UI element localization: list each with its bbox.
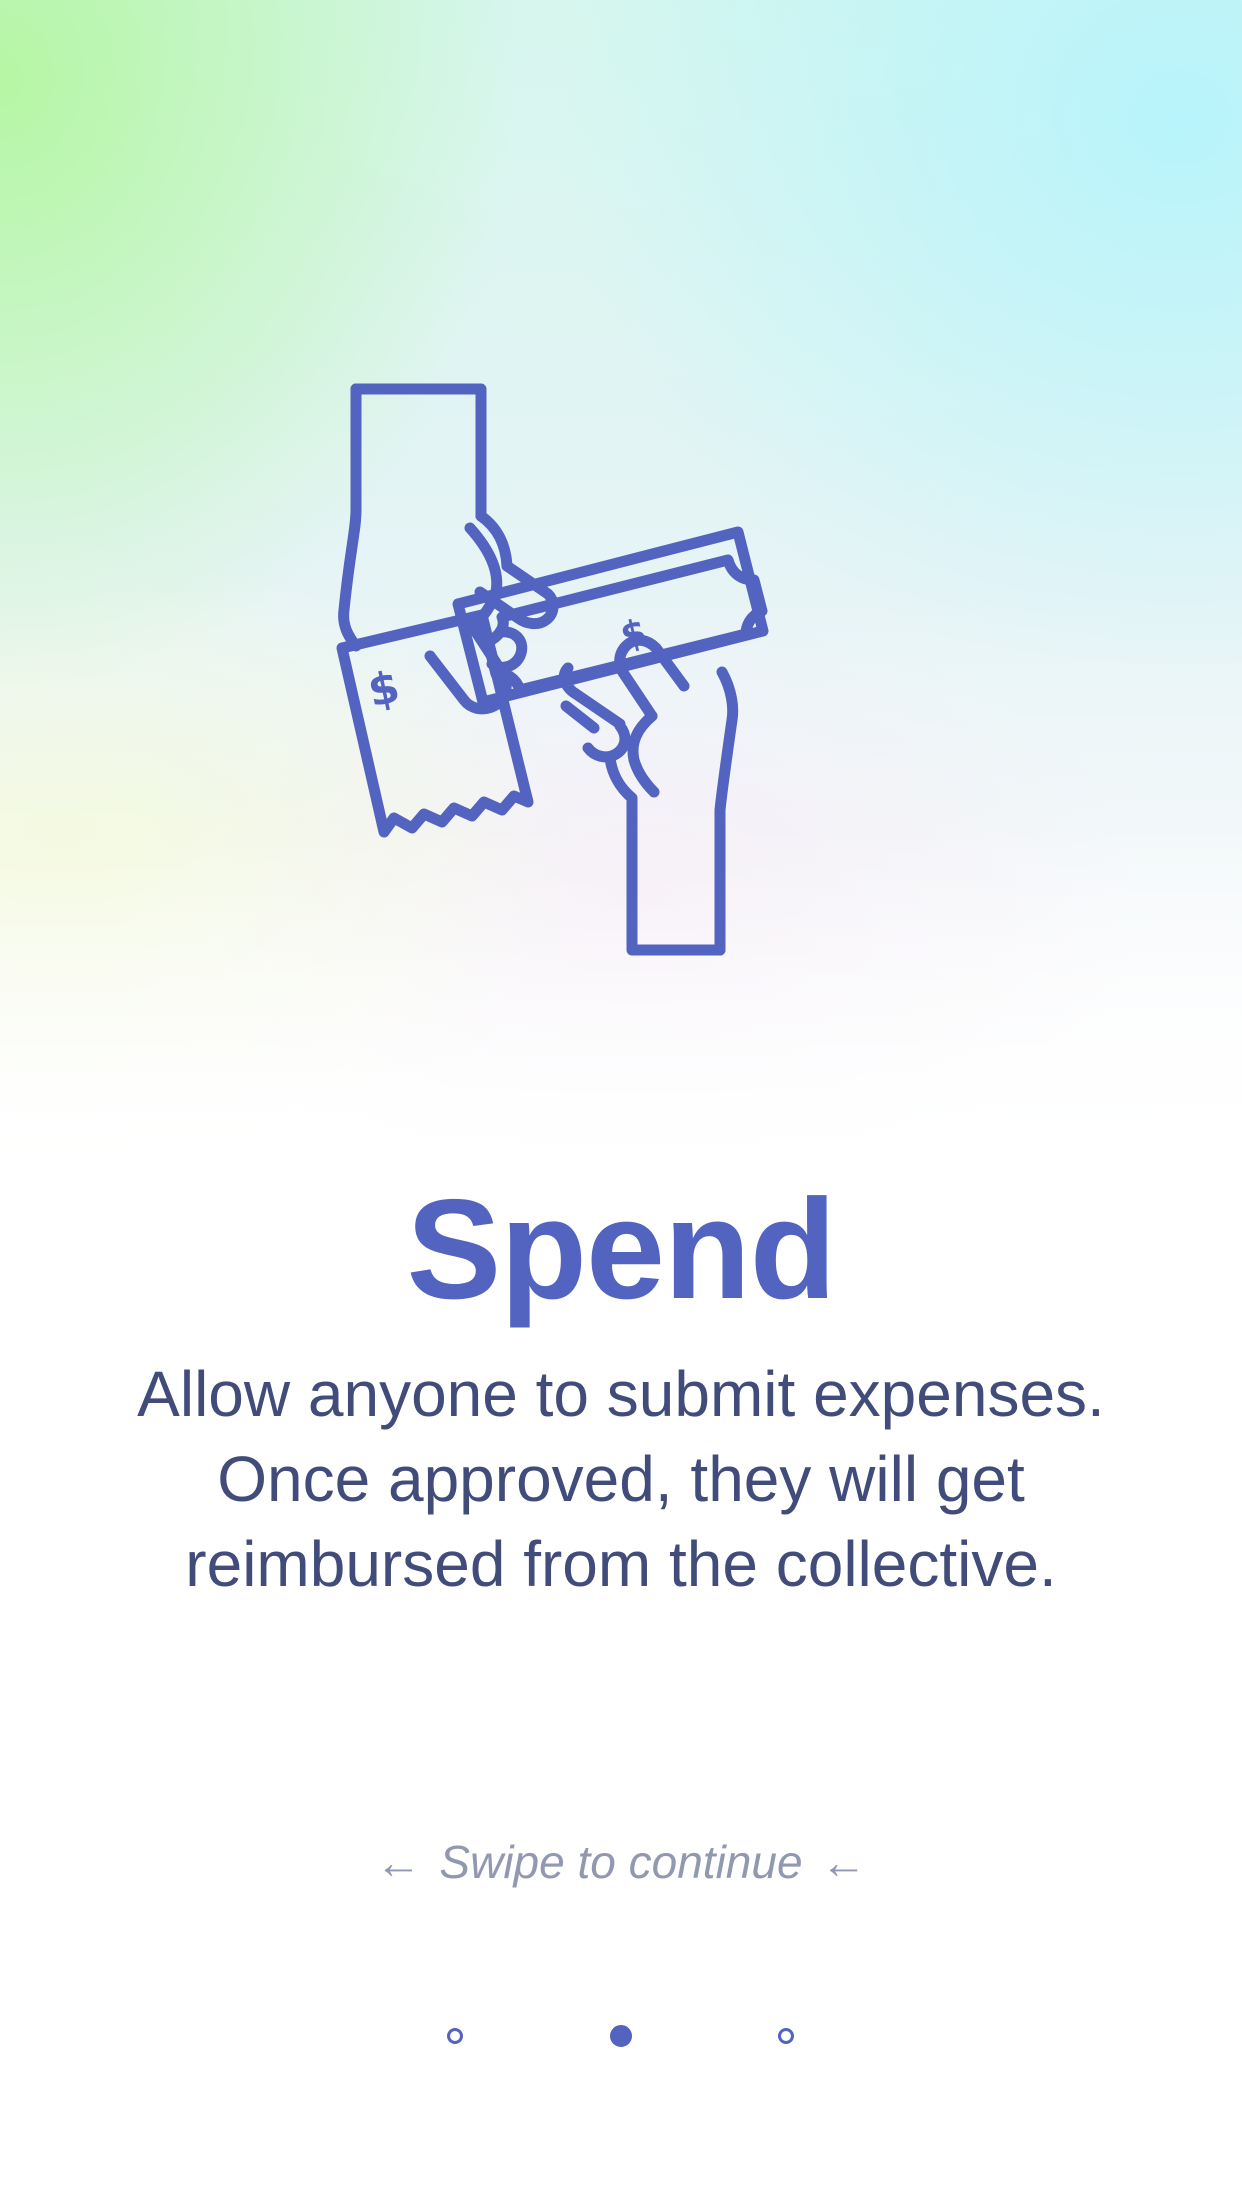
left-sleeve-icon [350, 383, 487, 522]
page-description: Allow anyone to submit expenses. Once ap… [137, 1358, 1105, 1600]
arrow-left-icon: ← [820, 1836, 867, 1888]
onboarding-screen[interactable]: $ $ Spend Allow anyone to submit expense… [0, 0, 1242, 2208]
receipt-dollar-symbol: $ [364, 661, 405, 717]
receipt-icon [336, 609, 534, 838]
pagination-dot[interactable] [778, 2028, 794, 2044]
pagination-dots [0, 2024, 1242, 2054]
pagination-dot[interactable] [447, 2028, 463, 2044]
hands-exchanging-money-icon: $ $ [336, 383, 769, 956]
arrow-left-icon: ← [375, 1836, 422, 1888]
page-title: Spend [406, 1170, 837, 1329]
pagination-dot-active[interactable] [610, 2025, 632, 2047]
swipe-hint-label: Swipe to continue [439, 1836, 803, 1888]
swipe-hint: ← Swipe to continue ← [0, 1832, 1242, 1892]
